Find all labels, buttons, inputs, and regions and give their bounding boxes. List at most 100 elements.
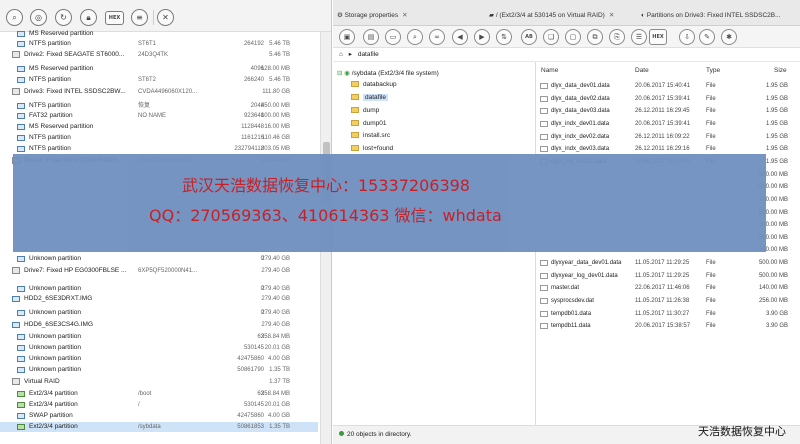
folder-item[interactable]: dump01: [351, 118, 387, 129]
tree-partition-row[interactable]: Unknown partition 0 279.40 GB: [0, 284, 318, 294]
tree-partition-row[interactable]: FAT32 partition NO NAME 923648 100.00 MB: [0, 111, 318, 121]
partition-icon: [17, 41, 25, 47]
tree-partition-row[interactable]: NTFS partition ST6T1 264192 5.46 TB: [0, 39, 318, 49]
file-row[interactable]: sysprocsdev.dat 11.05.2017 11:26:38 File 25…: [538, 295, 800, 308]
tree-item-size: 279.40 GB: [261, 310, 290, 316]
search-icon[interactable]: ⌕: [407, 29, 423, 45]
tree-partition-row[interactable]: Unknown partition 42475860 4.00 GB: [0, 354, 318, 364]
file-name: dlyxyear_log_dev01.data: [551, 272, 618, 279]
column-type[interactable]: Type: [706, 67, 720, 74]
fingerprint-icon[interactable]: ◎: [30, 9, 47, 26]
column-name[interactable]: Name: [541, 67, 558, 74]
tree-partition-row[interactable]: Unknown partition 50861790 1.35 TB: [0, 365, 318, 375]
folder-item[interactable]: datafile: [351, 92, 388, 103]
file-name: dlyxyear_data_dev01.data: [551, 260, 622, 267]
tree-partition-row[interactable]: Unknown partition 530145 20.01 GB: [0, 343, 318, 353]
next-icon[interactable]: ▶: [474, 29, 490, 45]
tree-partition-row[interactable]: Unknown partition 0 279.40 GB: [0, 254, 318, 264]
tree-partition-row[interactable]: NTFS partition ST6T2 266240 5.46 TB: [0, 75, 318, 85]
lock-icon[interactable]: 🔒︎: [80, 9, 97, 26]
file-row[interactable]: dlyx_data_dev01.data 20.06.2017 15:40:41 F…: [538, 80, 800, 93]
hex-view-button[interactable]: HEX: [649, 29, 667, 45]
column-date[interactable]: Date: [635, 67, 649, 74]
tree-partition-row[interactable]: MS Reserved partition: [0, 29, 318, 39]
file-row[interactable]: dlyx_data_dev03.data 26.12.2011 16:29:45 F…: [538, 105, 800, 118]
tree-item-label: 恢复: [138, 103, 151, 109]
tab-label: Storage properties: [344, 12, 399, 19]
close-tab-icon[interactable]: ✕: [402, 12, 407, 19]
tree-partition-row[interactable]: NTFS partition 恢复 2048 450.00 MB: [0, 101, 318, 111]
folder-item[interactable]: lost+found: [351, 143, 393, 154]
copy-icon[interactable]: ⧉: [587, 29, 603, 45]
file-row[interactable]: tempdb11.data 20.06.2017 15:38:57 File 3.90…: [538, 320, 800, 333]
tree-partition-row[interactable]: Ext2/3/4 partition/sybdata 50861853 1.35 T…: [0, 422, 318, 432]
tab-label: Partitions on Drive3: Fixed INTEL SSDSC2…: [646, 12, 781, 19]
folder-icon: [351, 120, 359, 126]
bookmark-icon[interactable]: ❏: [543, 29, 559, 45]
search-icon[interactable]: ⌕: [6, 9, 23, 26]
tree-partition-row[interactable]: MS Reserved partition 4096 128.00 MB: [0, 64, 318, 74]
file-name: dlyx_data_dev01.data: [551, 83, 610, 89]
settings-icon[interactable]: ✱: [721, 29, 737, 45]
file-row[interactable]: master.dat 22.06.2017 11:46:06 File 140.00 …: [538, 282, 800, 295]
tree-partition-row[interactable]: SWAP partition 42475860 4.00 GB: [0, 411, 318, 421]
tree-partition-row[interactable]: Unknown partition 0 279.40 GB: [0, 308, 318, 318]
file-row[interactable]: dlyxyear_log_dev01.data 11.05.2017 11:29:…: [538, 270, 800, 283]
tab-partitions-drive3[interactable]: ◐ Partitions on Drive3: Fixed INTEL SSDS…: [641, 9, 800, 26]
tree-item-label: 24D3Q4TK: [138, 52, 169, 58]
file-icon: [540, 108, 548, 115]
file-size: 500.00 MB: [758, 272, 788, 279]
tree-item-size: 100.00 MB: [260, 113, 290, 119]
binoculars-icon[interactable]: ∞: [429, 29, 445, 45]
tree-partition-row[interactable]: Unknown partition 63 258.84 MB: [0, 332, 318, 342]
prev-icon[interactable]: ◀: [452, 29, 468, 45]
tree-partition-row[interactable]: Ext2/3/4 partition / 530145 20.01 GB: [0, 400, 318, 410]
open-icon[interactable]: ▤: [363, 29, 379, 45]
tree-drive-row[interactable]: Virtual RAID 1.37 TB: [0, 377, 318, 387]
export-icon[interactable]: ⇩: [679, 29, 695, 45]
home-icon[interactable]: ⌂: [339, 51, 343, 58]
tree-drive-row[interactable]: Drive3: Fixed INTEL SSDSC2BW... CVDA44960…: [0, 87, 318, 97]
file-row[interactable]: dlyx_data_dev02.data 20.06.2017 15:39:41 F…: [538, 93, 800, 106]
folder-tree-root[interactable]: ⊟ ◉ /sybdata (Ext2/3/4 file system): [337, 68, 439, 79]
tree-partition-row[interactable]: MS Reserved partition 1128448 16.00 MB: [0, 122, 318, 132]
folder-item[interactable]: databackup: [351, 79, 397, 90]
file-row[interactable]: dlyx_indx_dev01.data 20.06.2017 15:39:41 F…: [538, 118, 800, 131]
folder-item[interactable]: install.src: [351, 130, 390, 141]
close-tab-icon[interactable]: ✕: [609, 12, 614, 19]
close-icon[interactable]: ✕: [157, 9, 174, 26]
folder-item[interactable]: dump: [351, 105, 379, 116]
tree-item-start-sector: 50861790: [237, 367, 264, 373]
folder-icon[interactable]: ▭: [385, 29, 401, 45]
tree-partition-row[interactable]: NTFS partition 1161216 110.46 GB: [0, 133, 318, 143]
tree-partition-row[interactable]: NTFS partition 232794112 803.05 MB: [0, 144, 318, 154]
tree-partition-row[interactable]: Ext2/3/4 partition/boot 63 258.84 MB: [0, 389, 318, 399]
tab-storage-properties[interactable]: ⚙ Storage properties ✕: [337, 9, 487, 26]
file-row[interactable]: dlyx_indx_dev02.data 26.12.2011 16:09:22 F…: [538, 131, 800, 144]
save-icon[interactable]: ▣: [339, 29, 355, 45]
file-row[interactable]: tempdb01.data 11.05.2017 11:30:27 File 3.90…: [538, 308, 800, 321]
file-date: 11.05.2017 11:30:27: [635, 310, 690, 317]
sort-icon[interactable]: ⇅: [496, 29, 512, 45]
list-icon[interactable]: ≡: [131, 9, 148, 26]
file-size: 140.00 MB: [758, 285, 788, 292]
column-size[interactable]: Size: [774, 67, 787, 74]
refresh-icon[interactable]: ↻: [55, 9, 72, 26]
tree-item-name: Unknown partition: [29, 333, 82, 340]
path-current[interactable]: datafile: [358, 51, 379, 58]
tree-image-row[interactable]: HDD2_6SE3DRXT.IMG 279.40 GB: [0, 294, 318, 304]
tab-root-partition[interactable]: ▰ / (Ext2/3/4 at 530145 on Virtual RAID)…: [489, 9, 639, 26]
tree-drive-row[interactable]: Drive7: Fixed HP EG0300FBLSE ... 6XP5QF52…: [0, 266, 318, 276]
tools-icon[interactable]: ✎: [699, 29, 715, 45]
new-folder-icon[interactable]: ▢: [565, 29, 581, 45]
file-row[interactable]: dlyxyear_data_dev01.data 11.05.2017 11:29…: [538, 257, 800, 270]
file-type: File: [706, 323, 716, 330]
match-case-icon[interactable]: AB: [521, 29, 537, 45]
tree-item-label: NO NAME: [138, 113, 167, 119]
tree-drive-row[interactable]: Drive2: Fixed SEAGATE ST6000... 24D3Q4TK 5…: [0, 50, 318, 60]
hex-button[interactable]: HEX: [105, 11, 124, 25]
paste-icon[interactable]: ⎘: [609, 29, 625, 45]
storage-tab-icon: ⚙: [337, 12, 345, 19]
list-view-icon[interactable]: ☰: [631, 29, 647, 45]
tree-image-row[interactable]: HDD6_6SE3CS4G.IMG 279.40 GB: [0, 320, 318, 330]
